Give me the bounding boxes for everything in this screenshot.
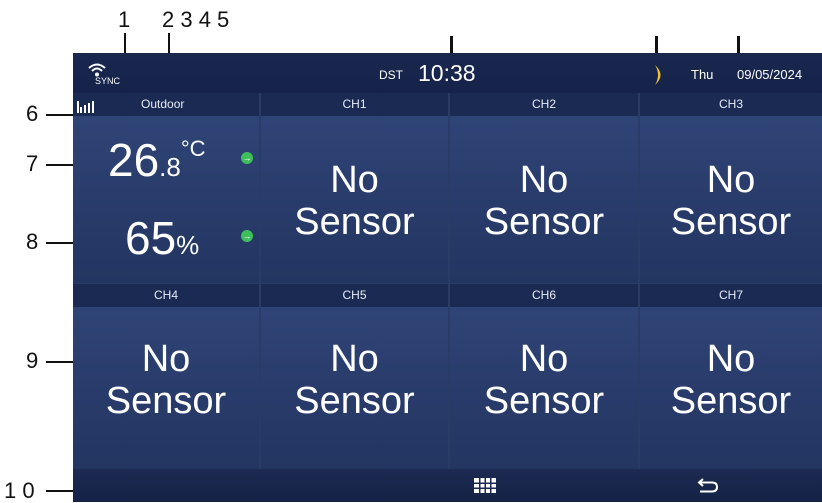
callout-1: 1 (118, 7, 131, 32)
leader-line-6 (46, 114, 76, 116)
status-line-1: No (330, 338, 379, 380)
channel-tile-ch6[interactable]: CH6 No Sensor (450, 284, 638, 469)
channel-label: CH7 (640, 284, 822, 307)
channel-label: CH1 (261, 93, 448, 116)
signal-bars-icon (77, 98, 95, 121)
channel-tile-ch7[interactable]: CH7 No Sensor (640, 284, 822, 469)
status-line-2: Sensor (294, 380, 415, 422)
outdoor-tile[interactable]: Outdoor 26.8°C → 65% → (73, 93, 259, 283)
channel-label: CH3 (640, 93, 822, 116)
status-bar: SYNC DST 10:38 Thu 09/05/2024 (73, 53, 822, 93)
status-line-2: Sensor (483, 201, 605, 243)
date: 09/05/2024 (737, 67, 803, 82)
moon-icon (651, 64, 665, 91)
day-of-week: Thu (691, 67, 714, 82)
humidity-unit: % (176, 230, 200, 260)
channel-tile-ch1[interactable]: CH1 No Sensor (261, 93, 448, 283)
channel-label: CH4 (73, 284, 259, 307)
humidity-value: 65 (125, 212, 177, 264)
status-line-2: Sensor (294, 201, 415, 243)
channel-status: No Sensor (450, 159, 638, 243)
channel-tile-ch2[interactable]: CH2 No Sensor (450, 93, 638, 283)
channel-status: No Sensor (261, 159, 448, 243)
temp-integer: 26 (108, 134, 160, 186)
channel-status: No Sensor (73, 338, 259, 422)
callout-10: 1 0 (4, 478, 35, 503)
device-screen: SYNC DST 10:38 Thu 09/05/2024 Outdoor 26… (73, 53, 822, 502)
status-line-2: Sensor (483, 380, 605, 422)
back-arrow-icon[interactable] (697, 477, 719, 499)
outdoor-label: Outdoor (141, 97, 185, 111)
callout-7: 7 (26, 151, 39, 176)
callout-9: 9 (26, 348, 39, 373)
status-line-1: No (706, 338, 756, 380)
channel-status: No Sensor (640, 159, 822, 243)
status-line-1: No (706, 159, 756, 201)
channel-status: No Sensor (450, 338, 638, 422)
status-line-2: Sensor (670, 201, 792, 243)
sync-label: SYNC (95, 76, 121, 86)
channel-label: CH2 (450, 93, 638, 116)
channel-status: No Sensor (640, 338, 822, 422)
callout-6: 6 (26, 101, 39, 126)
outdoor-header: Outdoor (73, 93, 259, 116)
outdoor-temperature: 26.8°C (108, 133, 206, 187)
temp-trend-arrow-icon: → (241, 152, 253, 164)
outdoor-humidity: 65% (125, 211, 199, 265)
status-line-1: No (519, 338, 569, 380)
bottom-nav-bar (73, 469, 822, 502)
channel-tile-ch3[interactable]: CH3 No Sensor (640, 93, 822, 283)
channel-tile-ch5[interactable]: CH5 No Sensor (261, 284, 448, 469)
clock-time: 10:38 (418, 60, 476, 86)
status-line-1: No (519, 159, 569, 201)
channel-label: CH5 (261, 284, 448, 307)
channel-label: CH6 (450, 284, 638, 307)
dst-label: DST (379, 68, 403, 82)
status-line-1: No (141, 338, 191, 380)
callout-8: 8 (26, 229, 39, 254)
temp-unit: °C (180, 136, 206, 161)
callout-2-3-4-5: 2 3 4 5 (162, 7, 230, 32)
temp-decimal: .8 (159, 152, 181, 182)
status-line-1: No (330, 159, 379, 201)
channel-status: No Sensor (261, 338, 448, 422)
humidity-trend-arrow-icon: → (241, 230, 253, 242)
status-line-2: Sensor (670, 380, 792, 422)
grid-menu-icon[interactable] (474, 478, 496, 498)
channel-tile-ch4[interactable]: CH4 No Sensor (73, 284, 259, 469)
status-line-2: Sensor (105, 380, 227, 422)
